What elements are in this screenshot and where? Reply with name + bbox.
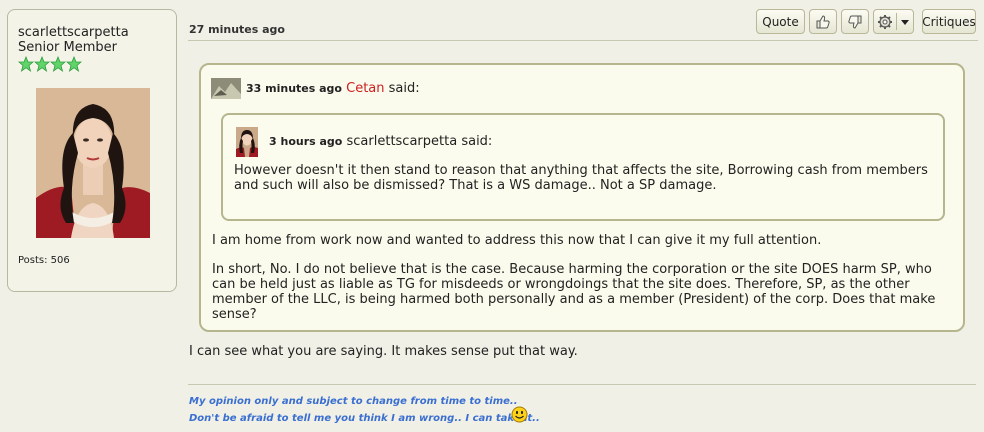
quote-block-outer: 33 minutes ago Cetan said: 3 hours ago s… [199, 63, 965, 332]
quote-timestamp[interactable]: 3 hours ago [269, 135, 342, 148]
quote-author: scarlettscarpetta [346, 134, 458, 149]
rank-stars [18, 56, 82, 72]
thumbs-down-icon [848, 15, 862, 29]
forum-post: scarlettscarpetta Senior Member Posts: 5… [0, 0, 984, 432]
quote-button[interactable]: Quote [756, 9, 805, 34]
quote-author-avatar[interactable] [211, 78, 241, 99]
quote-attribution: 33 minutes ago Cetan said: [246, 81, 420, 96]
post-count: Posts: 506 [18, 255, 70, 266]
quote-timestamp[interactable]: 33 minutes ago [246, 82, 342, 95]
quote-said-label: said: [388, 81, 420, 96]
gear-icon [878, 14, 892, 29]
quote-said-label: said: [461, 134, 493, 149]
star-icon [50, 56, 66, 72]
quote-text: However doesn't it then stand to reason … [234, 163, 928, 193]
quote-paragraph: In short, No. I do not believe that is t… [212, 262, 936, 322]
post-tools-button[interactable] [873, 9, 914, 34]
smiley-icon [511, 406, 528, 423]
star-icon [18, 56, 34, 72]
user-avatar[interactable] [36, 88, 150, 238]
button-divider [896, 13, 897, 30]
user-rank: Senior Member [18, 40, 118, 55]
signature-line: Don't be afraid to tell me you think I a… [189, 413, 540, 424]
post-timestamp[interactable]: 27 minutes ago [189, 23, 285, 36]
thumbs-up-icon [816, 14, 830, 28]
quote-paragraph: I am home from work now and wanted to ad… [212, 233, 822, 248]
signature-divider [188, 384, 976, 385]
signature-line: My opinion only and subject to change fr… [189, 396, 518, 407]
quote-author-link[interactable]: Cetan [346, 81, 384, 96]
user-card: scarlettscarpetta Senior Member Posts: 5… [7, 9, 177, 292]
caret-down-icon[interactable] [901, 18, 909, 26]
critiques-button[interactable]: Critiques [922, 9, 976, 34]
star-icon [66, 56, 82, 72]
username[interactable]: scarlettscarpetta [18, 25, 129, 40]
quote-block-inner: 3 hours ago scarlettscarpetta said: Howe… [221, 113, 945, 221]
quote-attribution: 3 hours ago scarlettscarpetta said: [269, 134, 492, 149]
post-body-text: I can see what you are saying. It makes … [189, 344, 578, 359]
dislike-button[interactable] [841, 9, 869, 34]
star-icon [34, 56, 50, 72]
like-button[interactable] [809, 9, 837, 34]
quote-author-avatar[interactable] [236, 127, 258, 157]
header-divider [188, 40, 978, 41]
